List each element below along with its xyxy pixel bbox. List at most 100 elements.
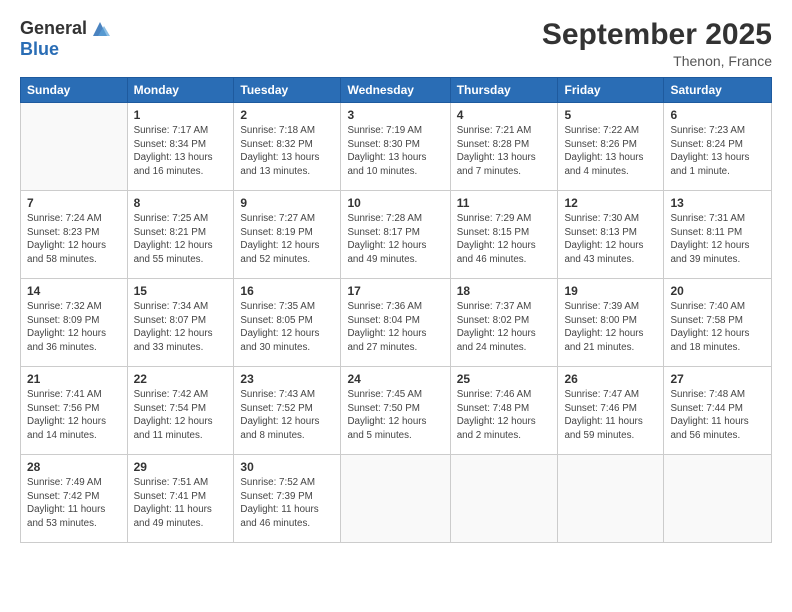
calendar-cell: 19 Sunrise: 7:39 AMSunset: 8:00 PMDayligh… xyxy=(558,279,664,367)
day-number: 24 xyxy=(347,372,443,386)
calendar-cell xyxy=(450,455,558,543)
calendar-header-thursday: Thursday xyxy=(450,78,558,103)
calendar-cell: 14 Sunrise: 7:32 AMSunset: 8:09 PMDayligh… xyxy=(21,279,128,367)
calendar-cell: 20 Sunrise: 7:40 AMSunset: 7:58 PMDayligh… xyxy=(664,279,772,367)
calendar-week-5: 28Sunrise: 7:49 AMSunset: 7:42 PMDayligh… xyxy=(21,455,772,543)
calendar-cell: 12 Sunrise: 7:30 AMSunset: 8:13 PMDayligh… xyxy=(558,191,664,279)
logo-icon xyxy=(89,18,111,40)
main-title: September 2025 xyxy=(542,18,772,51)
header: General Blue September 2025 Thenon, Fran… xyxy=(20,18,772,69)
day-number: 19 xyxy=(564,284,657,298)
day-number: 10 xyxy=(347,196,443,210)
calendar-cell: 18Sunrise: 7:37 AMSunset: 8:02 PMDayligh… xyxy=(450,279,558,367)
calendar-header-saturday: Saturday xyxy=(664,78,772,103)
day-info: Sunrise: 7:46 AMSunset: 7:48 PMDaylight:… xyxy=(457,389,536,441)
calendar-cell xyxy=(341,455,450,543)
calendar-cell: 21 Sunrise: 7:41 AMSunset: 7:56 PMDayligh… xyxy=(21,367,128,455)
day-number: 26 xyxy=(564,372,657,386)
day-number: 14 xyxy=(27,284,121,298)
day-info: Sunrise: 7:41 AMSunset: 7:56 PMDaylight:… xyxy=(27,389,106,441)
day-info: Sunrise: 7:35 AMSunset: 8:05 PMDaylight:… xyxy=(240,301,319,353)
day-info: Sunrise: 7:45 AMSunset: 7:50 PMDaylight:… xyxy=(347,389,426,441)
day-info: Sunrise: 7:22 AMSunset: 8:26 PMDaylight:… xyxy=(564,125,643,177)
calendar-cell xyxy=(664,455,772,543)
day-info: Sunrise: 7:28 AMSunset: 8:17 PMDaylight:… xyxy=(347,213,426,265)
calendar-header-wednesday: Wednesday xyxy=(341,78,450,103)
day-info: Sunrise: 7:52 AMSunset: 7:39 PMDaylight:… xyxy=(240,477,318,529)
day-info: Sunrise: 7:27 AMSunset: 8:19 PMDaylight:… xyxy=(240,213,319,265)
day-info: Sunrise: 7:40 AMSunset: 7:58 PMDaylight:… xyxy=(670,301,749,353)
calendar-table: SundayMondayTuesdayWednesdayThursdayFrid… xyxy=(20,77,772,543)
day-number: 12 xyxy=(564,196,657,210)
day-info: Sunrise: 7:32 AMSunset: 8:09 PMDaylight:… xyxy=(27,301,106,353)
calendar-cell: 1 Sunrise: 7:17 AMSunset: 8:34 PMDaylight… xyxy=(127,103,234,191)
day-number: 29 xyxy=(134,460,228,474)
calendar-cell: 13Sunrise: 7:31 AMSunset: 8:11 PMDayligh… xyxy=(664,191,772,279)
calendar-week-4: 21 Sunrise: 7:41 AMSunset: 7:56 PMDayligh… xyxy=(21,367,772,455)
calendar-header-row: SundayMondayTuesdayWednesdayThursdayFrid… xyxy=(21,78,772,103)
calendar-cell xyxy=(21,103,128,191)
day-number: 16 xyxy=(240,284,334,298)
day-number: 4 xyxy=(457,108,552,122)
day-number: 17 xyxy=(347,284,443,298)
calendar-cell: 23Sunrise: 7:43 AMSunset: 7:52 PMDayligh… xyxy=(234,367,341,455)
calendar-cell: 28Sunrise: 7:49 AMSunset: 7:42 PMDayligh… xyxy=(21,455,128,543)
calendar-cell: 10 Sunrise: 7:28 AMSunset: 8:17 PMDayligh… xyxy=(341,191,450,279)
calendar-cell: 24 Sunrise: 7:45 AMSunset: 7:50 PMDayligh… xyxy=(341,367,450,455)
subtitle: Thenon, France xyxy=(542,53,772,69)
day-number: 21 xyxy=(27,372,121,386)
calendar-cell: 17 Sunrise: 7:36 AMSunset: 8:04 PMDayligh… xyxy=(341,279,450,367)
day-number: 23 xyxy=(240,372,334,386)
title-block: September 2025 Thenon, France xyxy=(542,18,772,69)
day-number: 6 xyxy=(670,108,765,122)
day-info: Sunrise: 7:30 AMSunset: 8:13 PMDaylight:… xyxy=(564,213,643,265)
calendar-cell: 22Sunrise: 7:42 AMSunset: 7:54 PMDayligh… xyxy=(127,367,234,455)
day-number: 27 xyxy=(670,372,765,386)
calendar-header-friday: Friday xyxy=(558,78,664,103)
calendar-cell: 5 Sunrise: 7:22 AMSunset: 8:26 PMDaylight… xyxy=(558,103,664,191)
day-number: 7 xyxy=(27,196,121,210)
calendar-cell: 15 Sunrise: 7:34 AMSunset: 8:07 PMDayligh… xyxy=(127,279,234,367)
logo-general-text: General xyxy=(20,19,87,39)
day-info: Sunrise: 7:37 AMSunset: 8:02 PMDaylight:… xyxy=(457,301,536,353)
page: General Blue September 2025 Thenon, Fran… xyxy=(0,0,792,612)
calendar-cell: 7 Sunrise: 7:24 AMSunset: 8:23 PMDaylight… xyxy=(21,191,128,279)
calendar-cell: 9Sunrise: 7:27 AMSunset: 8:19 PMDaylight… xyxy=(234,191,341,279)
day-number: 15 xyxy=(134,284,228,298)
day-info: Sunrise: 7:42 AMSunset: 7:54 PMDaylight:… xyxy=(134,389,213,441)
day-number: 30 xyxy=(240,460,334,474)
calendar-week-3: 14 Sunrise: 7:32 AMSunset: 8:09 PMDayligh… xyxy=(21,279,772,367)
day-number: 8 xyxy=(134,196,228,210)
day-info: Sunrise: 7:18 AMSunset: 8:32 PMDaylight:… xyxy=(240,125,319,177)
calendar-header-sunday: Sunday xyxy=(21,78,128,103)
day-info: Sunrise: 7:34 AMSunset: 8:07 PMDaylight:… xyxy=(134,301,213,353)
day-number: 13 xyxy=(670,196,765,210)
day-info: Sunrise: 7:25 AMSunset: 8:21 PMDaylight:… xyxy=(134,213,213,265)
day-number: 28 xyxy=(27,460,121,474)
logo: General Blue xyxy=(20,18,111,60)
calendar-cell: 4Sunrise: 7:21 AMSunset: 8:28 PMDaylight… xyxy=(450,103,558,191)
calendar-cell: 25 Sunrise: 7:46 AMSunset: 7:48 PMDayligh… xyxy=(450,367,558,455)
calendar-cell xyxy=(558,455,664,543)
day-number: 5 xyxy=(564,108,657,122)
day-info: Sunrise: 7:36 AMSunset: 8:04 PMDaylight:… xyxy=(347,301,426,353)
day-info: Sunrise: 7:48 AMSunset: 7:44 PMDaylight:… xyxy=(670,389,748,441)
day-info: Sunrise: 7:39 AMSunset: 8:00 PMDaylight:… xyxy=(564,301,643,353)
logo-blue-text: Blue xyxy=(20,40,111,60)
calendar-cell: 6Sunrise: 7:23 AMSunset: 8:24 PMDaylight… xyxy=(664,103,772,191)
day-number: 1 xyxy=(134,108,228,122)
day-info: Sunrise: 7:19 AMSunset: 8:30 PMDaylight:… xyxy=(347,125,426,177)
day-number: 3 xyxy=(347,108,443,122)
calendar-cell: 27 Sunrise: 7:48 AMSunset: 7:44 PMDayligh… xyxy=(664,367,772,455)
day-number: 11 xyxy=(457,196,552,210)
calendar-cell: 3 Sunrise: 7:19 AMSunset: 8:30 PMDaylight… xyxy=(341,103,450,191)
day-number: 20 xyxy=(670,284,765,298)
calendar-cell: 26 Sunrise: 7:47 AMSunset: 7:46 PMDayligh… xyxy=(558,367,664,455)
day-info: Sunrise: 7:17 AMSunset: 8:34 PMDaylight:… xyxy=(134,125,213,177)
day-info: Sunrise: 7:47 AMSunset: 7:46 PMDaylight:… xyxy=(564,389,642,441)
day-number: 25 xyxy=(457,372,552,386)
calendar-cell: 8 Sunrise: 7:25 AMSunset: 8:21 PMDaylight… xyxy=(127,191,234,279)
day-info: Sunrise: 7:24 AMSunset: 8:23 PMDaylight:… xyxy=(27,213,106,265)
calendar-week-2: 7 Sunrise: 7:24 AMSunset: 8:23 PMDaylight… xyxy=(21,191,772,279)
calendar-cell: 30 Sunrise: 7:52 AMSunset: 7:39 PMDayligh… xyxy=(234,455,341,543)
